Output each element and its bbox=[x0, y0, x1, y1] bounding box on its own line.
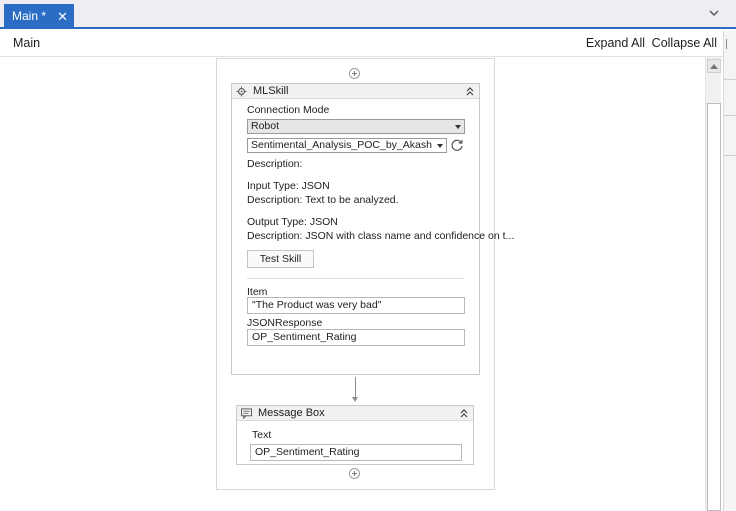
skill-value: Sentimental_Analysis_POC_by_Akash bbox=[251, 139, 432, 151]
document-tab-strip: Main * ✕ bbox=[0, 0, 736, 29]
connector-arrow-icon bbox=[352, 397, 358, 402]
jsonresponse-label: JSONResponse bbox=[247, 317, 323, 329]
connection-mode-value: Robot bbox=[251, 120, 280, 132]
tab-main-label: Main * bbox=[12, 9, 47, 23]
message-box-title: Message Box bbox=[258, 407, 325, 419]
dropdown-arrow-icon bbox=[437, 144, 443, 148]
mlskill-title: MLSkill bbox=[253, 85, 289, 97]
chevron-up-icon bbox=[710, 64, 718, 69]
collapse-all-link[interactable]: Collapse All bbox=[652, 36, 717, 50]
add-activity-icon[interactable] bbox=[349, 68, 360, 79]
output-type-text: Output Type: JSON bbox=[247, 216, 338, 228]
mlskill-header: MLSkill bbox=[232, 84, 479, 99]
message-text-input[interactable]: OP_Sentiment_Rating bbox=[250, 444, 462, 461]
panel-divider bbox=[726, 39, 734, 49]
add-activity-icon[interactable] bbox=[349, 468, 360, 479]
collapse-chevron-icon[interactable] bbox=[465, 85, 475, 97]
vertical-scrollbar[interactable] bbox=[705, 57, 721, 511]
text-label: Text bbox=[252, 429, 272, 441]
input-type-text: Input Type: JSON bbox=[247, 180, 330, 192]
test-skill-button[interactable]: Test Skill bbox=[247, 250, 314, 268]
breadcrumb-bar: Main Expand All Collapse All bbox=[0, 31, 723, 57]
connection-mode-select[interactable]: Robot bbox=[247, 119, 465, 134]
panel-divider bbox=[724, 115, 736, 116]
connection-mode-label: Connection Mode bbox=[247, 104, 330, 116]
flow-connector bbox=[355, 377, 356, 399]
refresh-icon[interactable] bbox=[450, 138, 464, 152]
close-icon[interactable]: ✕ bbox=[57, 4, 68, 29]
message-icon bbox=[241, 408, 252, 419]
input-description-text: Description: Text to be analyzed. bbox=[247, 194, 399, 206]
tab-main[interactable]: Main * ✕ bbox=[4, 4, 74, 29]
skill-select[interactable]: Sentimental_Analysis_POC_by_Akash bbox=[247, 138, 447, 153]
dropdown-arrow-icon bbox=[455, 125, 461, 129]
item-input[interactable]: "The Product was very bad" bbox=[247, 297, 465, 314]
output-description-text: Description: JSON with class name and co… bbox=[247, 230, 515, 242]
panel-divider bbox=[724, 155, 736, 156]
jsonresponse-input[interactable]: OP_Sentiment_Rating bbox=[247, 329, 465, 346]
gear-icon bbox=[236, 86, 247, 97]
scroll-thumb[interactable] bbox=[707, 103, 721, 511]
panel-divider bbox=[724, 79, 736, 80]
collapse-chevron-icon[interactable] bbox=[459, 407, 469, 419]
description-label: Description: bbox=[247, 158, 303, 170]
chevron-down-icon[interactable] bbox=[708, 7, 720, 19]
breadcrumb[interactable]: Main bbox=[13, 36, 40, 50]
expand-all-link[interactable]: Expand All bbox=[586, 36, 645, 50]
scroll-up-button[interactable] bbox=[707, 59, 721, 73]
divider bbox=[247, 278, 464, 279]
message-box-header: Message Box bbox=[237, 406, 473, 421]
adjacent-panel-edge bbox=[723, 31, 736, 511]
